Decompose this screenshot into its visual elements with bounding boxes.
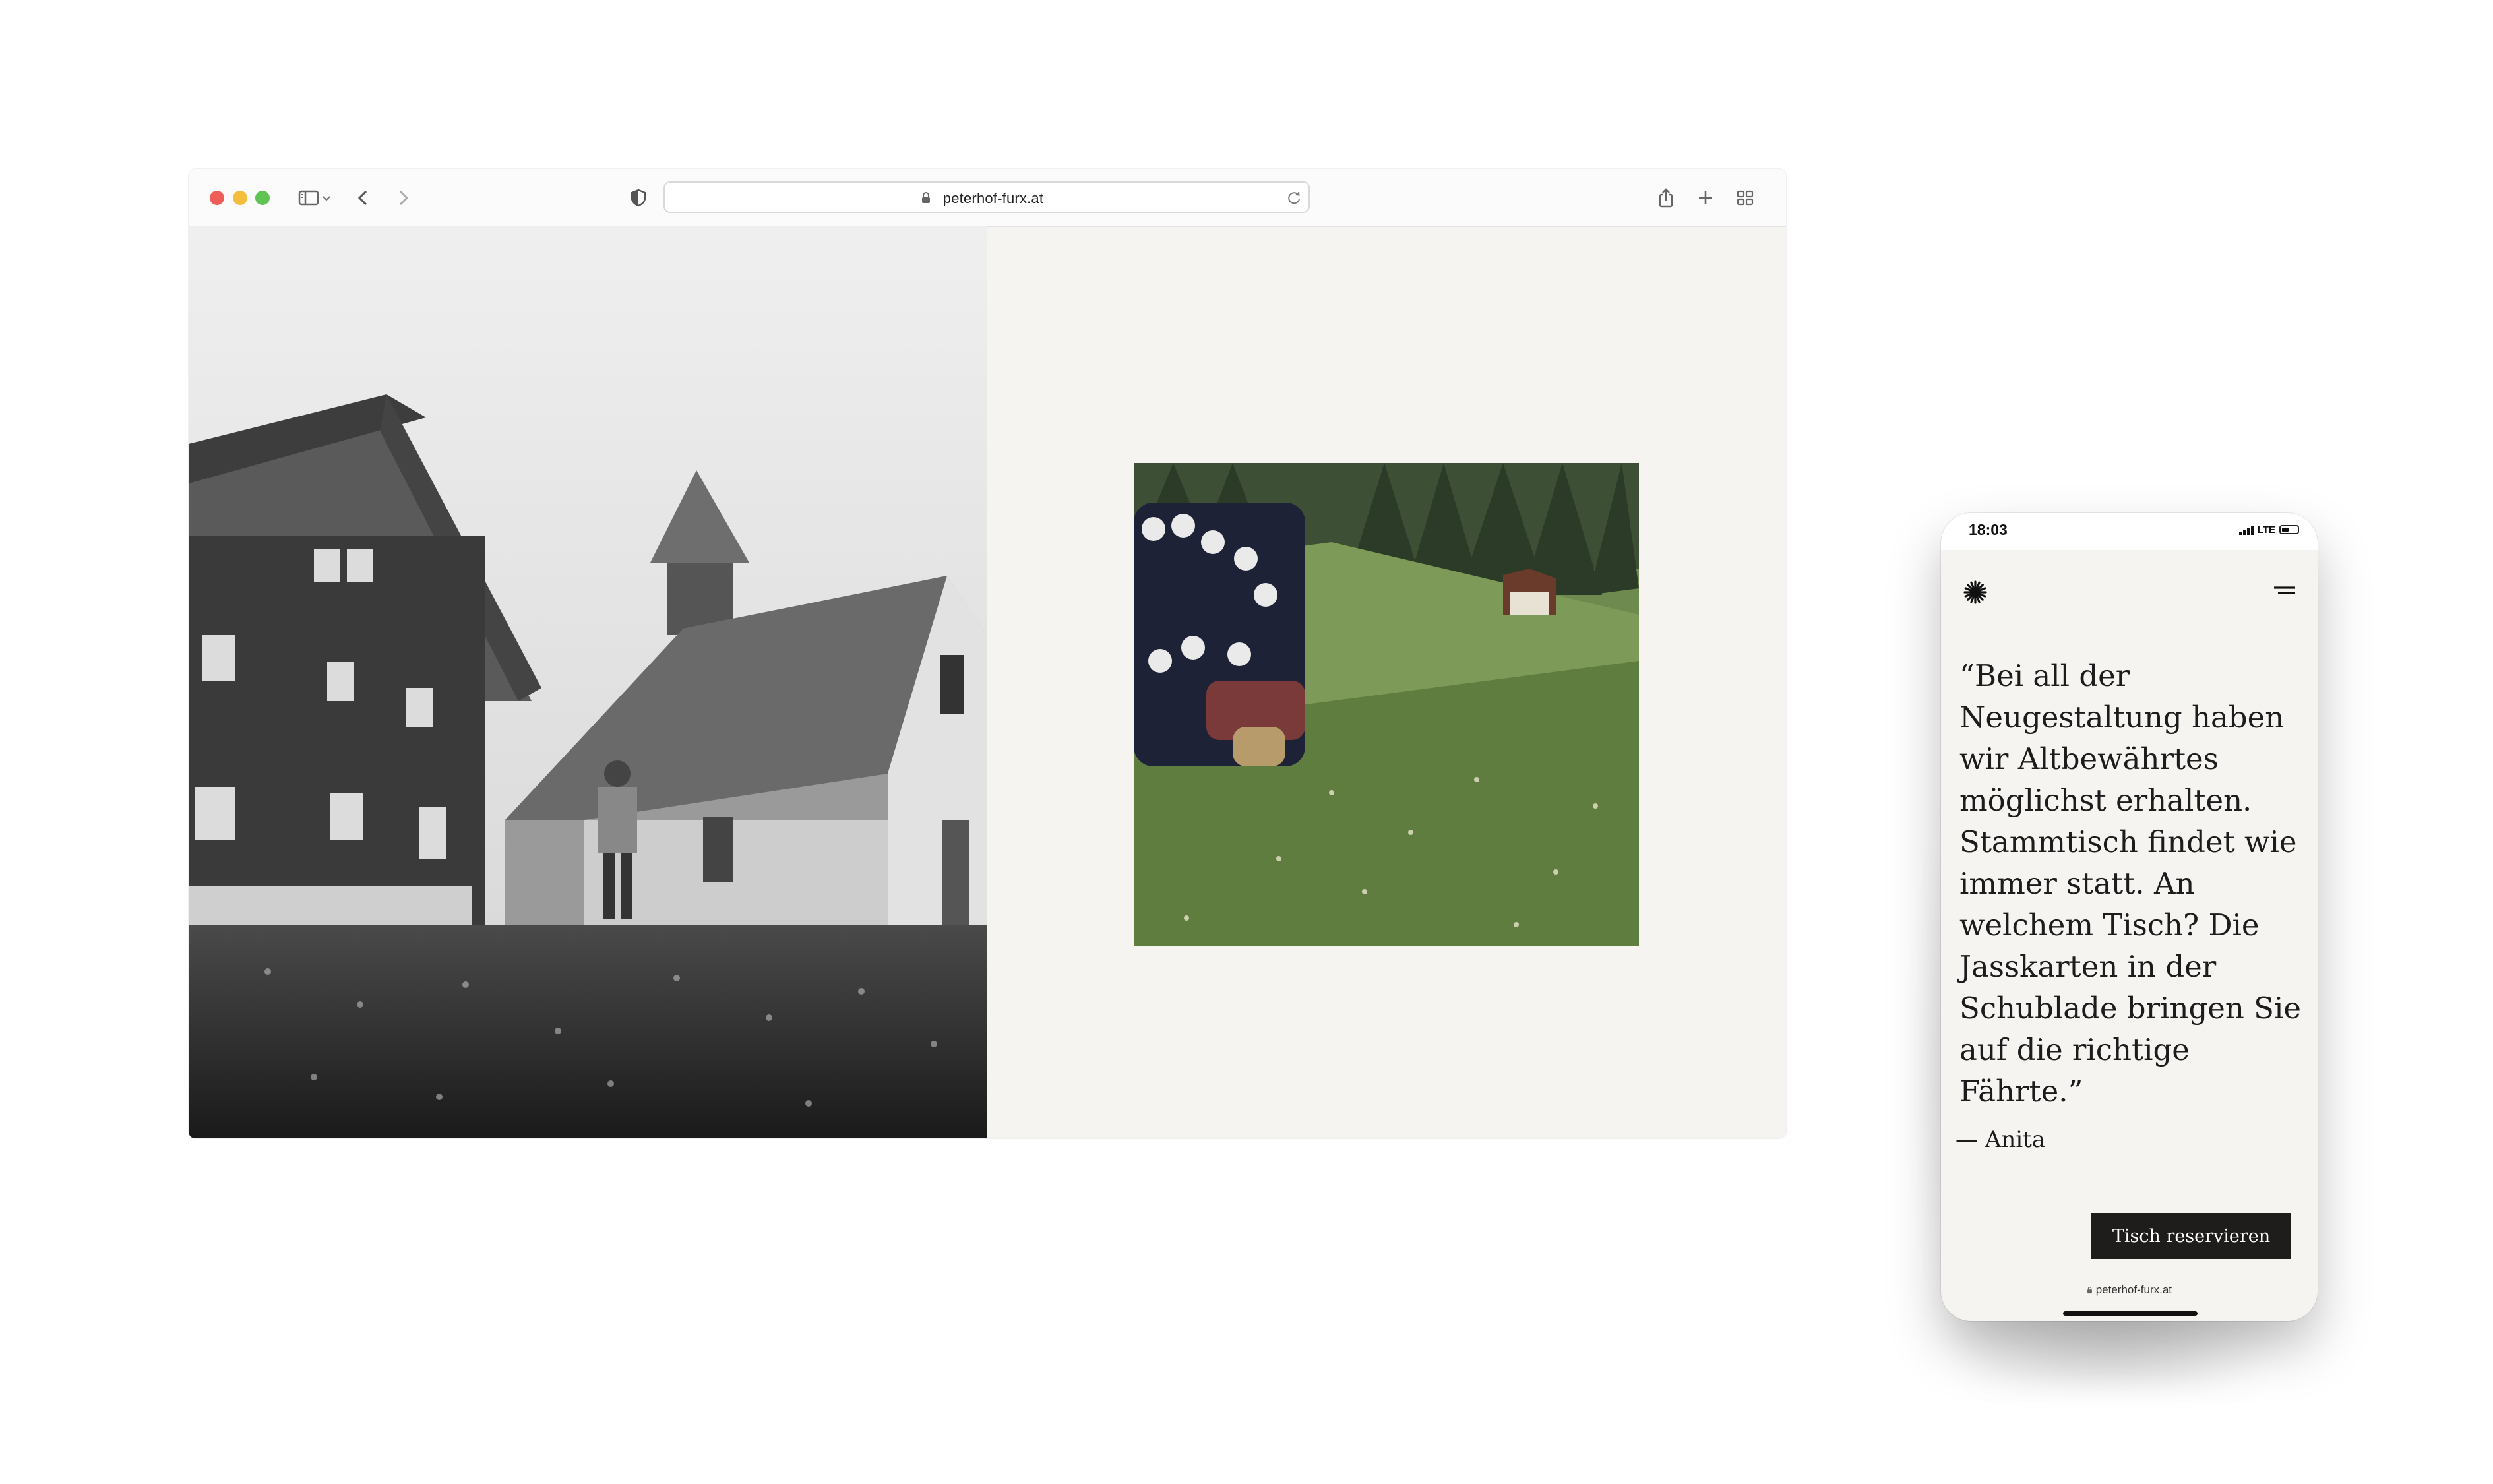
menu-icon[interactable] bbox=[2273, 583, 2296, 600]
phone-lock-icon bbox=[2087, 1287, 2092, 1294]
historic-farmhouse-photo bbox=[189, 226, 987, 1138]
status-indicators: LTE bbox=[2238, 522, 2299, 537]
quote-text: “Bei all der Neugestaltung haben wir Alt… bbox=[1959, 658, 2302, 1109]
reserve-table-button[interactable]: Tisch reservieren bbox=[2091, 1213, 2291, 1259]
phone-address-url: peterhof-furx.at bbox=[1941, 1283, 2318, 1297]
share-icon[interactable] bbox=[1651, 183, 1680, 212]
address-url: peterhof-furx.at bbox=[942, 190, 1044, 206]
new-tab-icon[interactable] bbox=[1691, 183, 1720, 212]
minimize-window-button[interactable] bbox=[233, 191, 247, 205]
reload-icon[interactable] bbox=[1286, 189, 1303, 206]
battery-icon bbox=[2279, 525, 2299, 534]
back-icon[interactable] bbox=[349, 183, 378, 212]
close-window-button[interactable] bbox=[210, 191, 224, 205]
asterisk-logo-icon[interactable] bbox=[1962, 579, 1988, 605]
phone-status-bar: 18:03 LTE bbox=[1941, 513, 2318, 550]
desktop-browser-window: peterhof-furx.at bbox=[189, 169, 1786, 1138]
quote-author: — Anita bbox=[1955, 1127, 2046, 1153]
shield-icon[interactable] bbox=[624, 183, 653, 212]
network-label: LTE bbox=[2257, 524, 2275, 536]
browser-toolbar: peterhof-furx.at bbox=[189, 169, 1786, 227]
forward-icon[interactable] bbox=[388, 183, 417, 212]
chevron-down-icon[interactable] bbox=[318, 183, 335, 212]
zoom-window-button[interactable] bbox=[255, 191, 270, 205]
phone-url-text: peterhof-furx.at bbox=[2095, 1283, 2172, 1296]
status-time: 18:03 bbox=[1969, 521, 2008, 538]
mobile-phone: 18:03 LTE “Bei all der Neugestaltung hab… bbox=[1941, 513, 2318, 1321]
address-bar[interactable]: peterhof-furx.at bbox=[663, 181, 1310, 213]
vintage-group-photo bbox=[1134, 463, 1639, 946]
signal-icon bbox=[2238, 524, 2254, 535]
home-indicator[interactable] bbox=[2063, 1311, 2198, 1316]
tab-overview-icon[interactable] bbox=[1731, 183, 1760, 212]
